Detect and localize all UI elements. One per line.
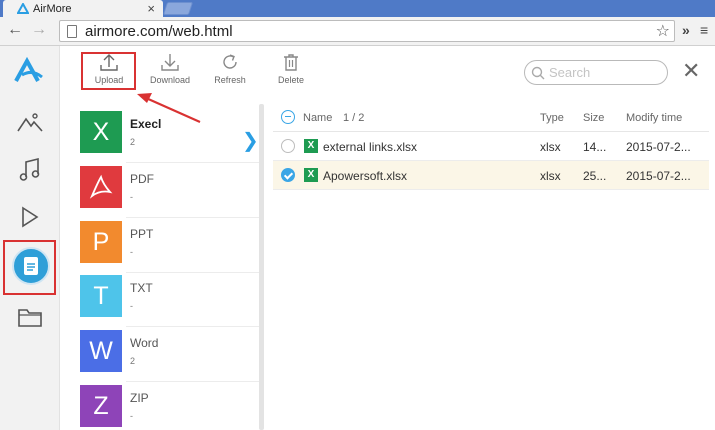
sidebar-item-documents[interactable] <box>3 240 56 295</box>
download-icon <box>161 54 179 71</box>
category-item-excel[interactable]: X Execl 2 <box>80 111 259 165</box>
category-item-txt[interactable]: T TXT - <box>80 275 259 329</box>
category-count: - <box>130 192 133 202</box>
divider <box>126 272 259 273</box>
col-modified[interactable]: Modify time <box>626 112 682 124</box>
file-type: xlsx <box>540 140 561 154</box>
folder-icon <box>18 309 42 327</box>
divider <box>126 217 259 218</box>
divider <box>126 162 259 163</box>
col-size[interactable]: Size <box>583 112 604 124</box>
refresh-label: Refresh <box>214 75 246 85</box>
category-count: 2 <box>130 356 136 366</box>
file-modified: 2015-07-2... <box>626 140 691 154</box>
category-name: TXT <box>130 281 153 295</box>
col-name[interactable]: Name <box>303 112 332 124</box>
documents-icon <box>24 257 38 275</box>
category-item-zip[interactable]: Z ZIP - <box>80 385 259 430</box>
sidebar <box>0 46 60 430</box>
zip-icon: Z <box>80 385 122 427</box>
extensions-chevron[interactable]: » <box>682 22 690 38</box>
category-count: - <box>130 247 133 257</box>
music-icon <box>19 158 40 181</box>
back-icon[interactable]: ← <box>7 21 23 39</box>
delete-button[interactable]: Delete <box>262 52 320 85</box>
file-name: external links.xlsx <box>323 140 418 154</box>
url-text: airmore.com/web.html <box>85 23 233 40</box>
sidebar-item-music[interactable] <box>0 147 60 193</box>
row-checkbox[interactable] <box>281 139 295 153</box>
download-label: Download <box>149 75 191 85</box>
refresh-icon <box>223 54 237 69</box>
category-name: Execl <box>130 117 162 131</box>
file-modified: 2015-07-2... <box>626 169 691 183</box>
excel-file-icon: X <box>304 168 318 182</box>
chevron-right-icon: ❯ <box>242 130 259 152</box>
new-tab-button[interactable] <box>162 2 194 15</box>
search-placeholder: Search <box>549 65 591 80</box>
download-button[interactable]: Download <box>141 52 199 85</box>
close-icon[interactable]: ✕ <box>682 60 700 82</box>
search-input[interactable]: Search <box>524 60 668 85</box>
file-name: Apowersoft.xlsx <box>323 169 408 183</box>
page-indicator: 1 / 2 <box>343 112 365 124</box>
category-item-word[interactable]: W Word 2 <box>80 330 259 384</box>
tab-close-icon[interactable]: × <box>147 1 155 16</box>
excel-file-icon: X <box>304 139 318 153</box>
file-type: xlsx <box>540 169 561 183</box>
category-item-ppt[interactable]: P PPT - <box>80 221 259 275</box>
row-checkbox[interactable] <box>281 168 295 182</box>
airmore-logo <box>0 46 60 94</box>
category-count: 2 <box>130 137 136 147</box>
category-name: Word <box>130 336 159 350</box>
screenshot: AirMore × ← → airmore.com/web.html ☆ » ≡ <box>0 0 715 430</box>
category-name: ZIP <box>130 391 149 405</box>
tab-title: AirMore <box>33 2 72 15</box>
sidebar-item-files[interactable] <box>0 294 60 340</box>
forward-icon[interactable]: → <box>31 21 47 39</box>
refresh-button[interactable]: Refresh <box>201 52 259 85</box>
word-icon: W <box>80 330 122 372</box>
airmore-favicon-icon <box>17 3 29 14</box>
category-name: PPT <box>130 227 154 241</box>
table-header: Name 1 / 2 Type Size Modify time <box>273 104 709 132</box>
table-row[interactable]: X Apowersoft.xlsx xlsx 25... 2015-07-2..… <box>273 161 709 190</box>
trash-icon <box>284 54 298 71</box>
delete-label: Delete <box>277 75 304 85</box>
pdf-icon <box>80 166 122 208</box>
category-name: PDF <box>130 172 154 186</box>
upload-highlight-box <box>81 52 136 90</box>
search-icon <box>531 66 545 80</box>
ppt-icon: P <box>80 221 122 263</box>
video-icon <box>22 206 39 228</box>
sidebar-item-videos[interactable] <box>0 194 60 240</box>
browser-tab[interactable]: AirMore × <box>3 0 163 17</box>
tab-strip: AirMore × <box>0 0 715 17</box>
divider <box>126 381 259 382</box>
category-scrollbar[interactable] <box>259 104 264 430</box>
photos-icon <box>17 113 43 132</box>
page-icon <box>67 25 77 38</box>
category-item-pdf[interactable]: PDF - <box>80 166 259 220</box>
file-size: 25... <box>583 169 607 183</box>
bookmark-star-icon[interactable]: ☆ <box>656 21 670 41</box>
menu-icon[interactable]: ≡ <box>700 22 708 38</box>
select-all-checkbox[interactable] <box>281 110 295 124</box>
sidebar-item-photos[interactable] <box>0 100 60 146</box>
file-table: Name 1 / 2 Type Size Modify time X exter… <box>273 104 709 190</box>
documents-active-badge <box>12 247 50 285</box>
table-row[interactable]: X external links.xlsx xlsx 14... 2015-07… <box>273 132 709 161</box>
category-count: - <box>130 301 133 311</box>
address-bar[interactable]: airmore.com/web.html ☆ <box>59 20 675 42</box>
txt-icon: T <box>80 275 122 317</box>
divider <box>126 326 259 327</box>
browser-toolbar: ← → airmore.com/web.html ☆ » ≡ <box>0 17 715 46</box>
file-size: 14... <box>583 140 607 154</box>
logo-icon <box>14 56 43 82</box>
excel-icon: X <box>80 111 122 153</box>
col-type[interactable]: Type <box>540 112 564 124</box>
category-count: - <box>130 411 133 421</box>
